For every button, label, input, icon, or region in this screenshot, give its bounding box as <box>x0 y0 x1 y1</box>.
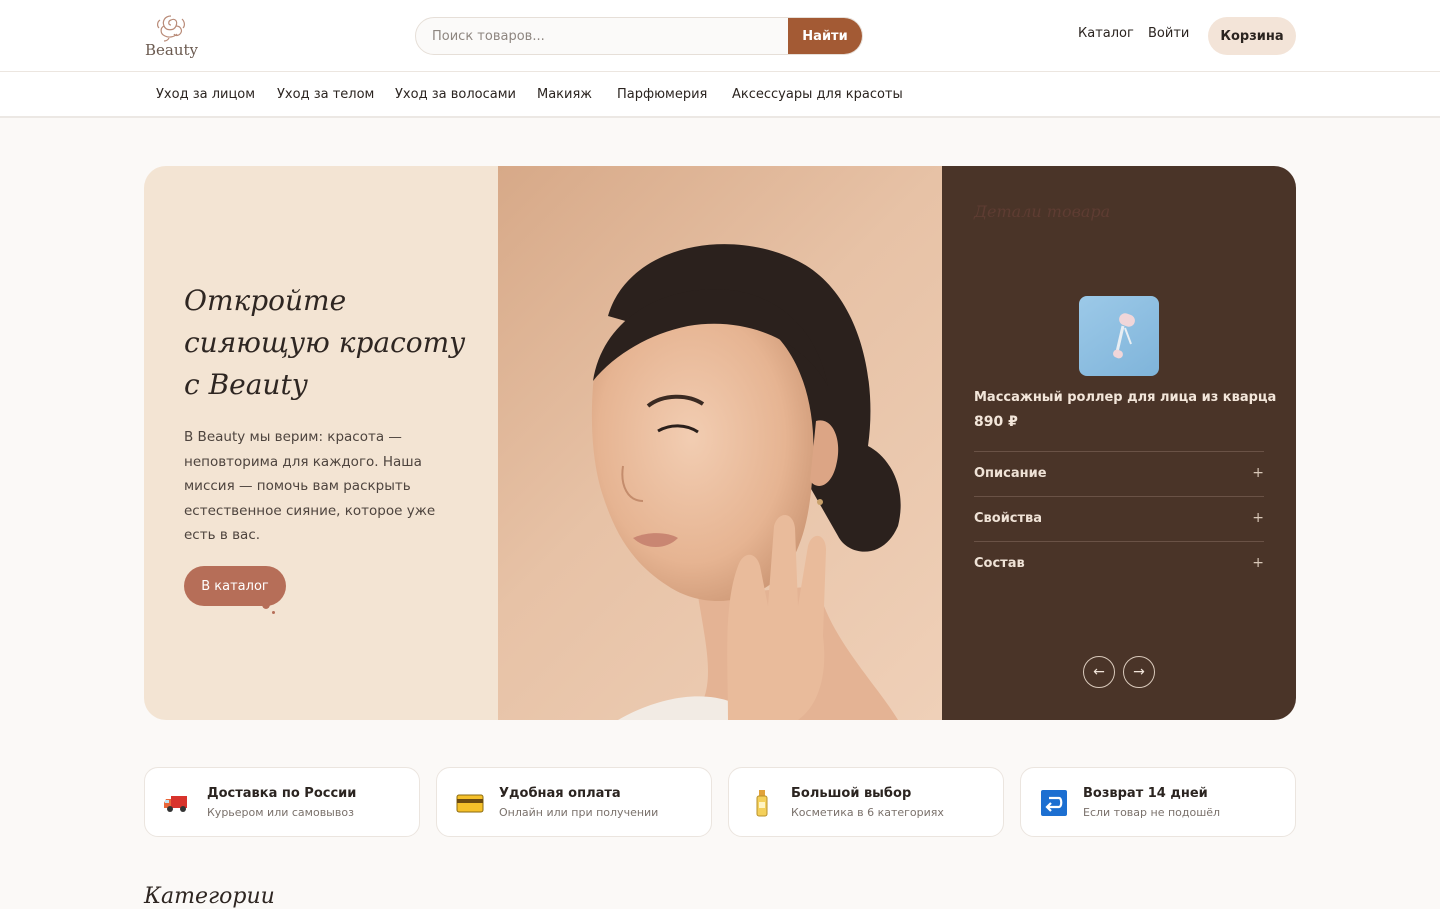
category-link[interactable]: Уход за волосами <box>395 87 516 102</box>
rose-logo-icon <box>157 15 185 42</box>
category-link[interactable]: Уход за лицом <box>156 87 255 102</box>
feature-title: Удобная оплата <box>499 786 621 801</box>
next-arrow-button[interactable]: → <box>1123 656 1155 688</box>
button-drip-decoration <box>272 611 275 614</box>
hero-description: В Beauty мы верим: красота — неповторима… <box>184 429 436 543</box>
feature-card: Большой выбор Косметика в 6 категориях <box>728 767 1004 837</box>
accordion-label: Описание <box>974 466 1047 481</box>
product-panel-title: Детали товара <box>974 202 1111 221</box>
catalog-link[interactable]: Каталог <box>1078 26 1134 41</box>
search-input[interactable] <box>416 18 790 54</box>
woman-portrait-illustration <box>591 244 901 720</box>
bottle-icon <box>756 790 768 817</box>
accordion-label: Свойства <box>974 511 1043 526</box>
plus-icon: + <box>1252 465 1264 481</box>
hero-portrait-image <box>498 166 942 720</box>
categories-section-title: Категории <box>144 884 275 909</box>
hero-title-line: Откройте <box>184 284 347 317</box>
feature-subtitle: Онлайн или при получении <box>499 806 659 819</box>
card-icon <box>456 794 484 813</box>
hero-intro: Откройте сияющую красоту с Beauty В Beau… <box>144 166 498 720</box>
accordion-ingredients[interactable]: Состав + <box>974 541 1264 586</box>
product-thumbnail[interactable] <box>1079 296 1159 376</box>
catalog-button[interactable]: В каталог <box>184 566 286 606</box>
feature-card: Доставка по России Курьером или самовыво… <box>144 767 420 837</box>
hero-title: Откройте сияющую красоту с Beauty <box>184 280 474 406</box>
hero-banner: Откройте сияющую красоту с Beauty В Beau… <box>144 166 1296 720</box>
feature-subtitle: Косметика в 6 категориях <box>791 806 944 819</box>
feature-title: Возврат 14 дней <box>1083 786 1208 801</box>
prev-arrow-button[interactable]: ← <box>1083 656 1115 688</box>
logo[interactable]: Beauty <box>145 12 205 62</box>
cart-button[interactable]: Корзина <box>1208 17 1296 55</box>
accordion-description[interactable]: Описание + <box>974 451 1264 496</box>
feature-subtitle: Если товар не подошёл <box>1083 806 1221 819</box>
feature-subtitle: Курьером или самовывоз <box>207 806 354 819</box>
product-price: 890 ₽ <box>974 414 1018 430</box>
feature-card: Удобная оплата Онлайн или при получении <box>436 767 712 837</box>
feature-card: Возврат 14 дней Если товар не подошёл <box>1020 767 1296 837</box>
hero-title-line: сияющую красоту <box>184 326 466 359</box>
accordion-properties[interactable]: Свойства + <box>974 496 1264 541</box>
login-link[interactable]: Войти <box>1148 26 1189 41</box>
button-drip-decoration <box>262 600 270 609</box>
truck-icon <box>164 796 187 812</box>
category-nav: Уход за лицом Уход за телом Уход за воло… <box>0 72 1440 118</box>
category-link[interactable]: Макияж <box>537 87 592 102</box>
category-link[interactable]: Аксессуары для красоты <box>732 87 903 102</box>
search-bar: Найти <box>415 17 863 55</box>
plus-icon: + <box>1252 555 1264 571</box>
category-link[interactable]: Парфюмерия <box>617 87 707 102</box>
product-name: Массажный роллер для лица из кварца <box>974 390 1277 405</box>
quartz-roller-icon <box>1113 313 1135 359</box>
return-icon <box>1041 790 1067 816</box>
hero-title-line: с Beauty <box>184 368 308 401</box>
brand-name: Beauty <box>145 41 199 59</box>
category-link[interactable]: Уход за телом <box>277 87 374 102</box>
accordion-label: Состав <box>974 556 1025 571</box>
search-button[interactable]: Найти <box>788 18 862 54</box>
site-header: Beauty Найти Каталог Войти Корзина <box>0 0 1440 72</box>
feature-title: Доставка по России <box>207 786 357 801</box>
plus-icon: + <box>1252 510 1264 526</box>
product-details-panel: Детали товара Массажный роллер для лица … <box>942 166 1296 720</box>
feature-title: Большой выбор <box>791 786 912 801</box>
